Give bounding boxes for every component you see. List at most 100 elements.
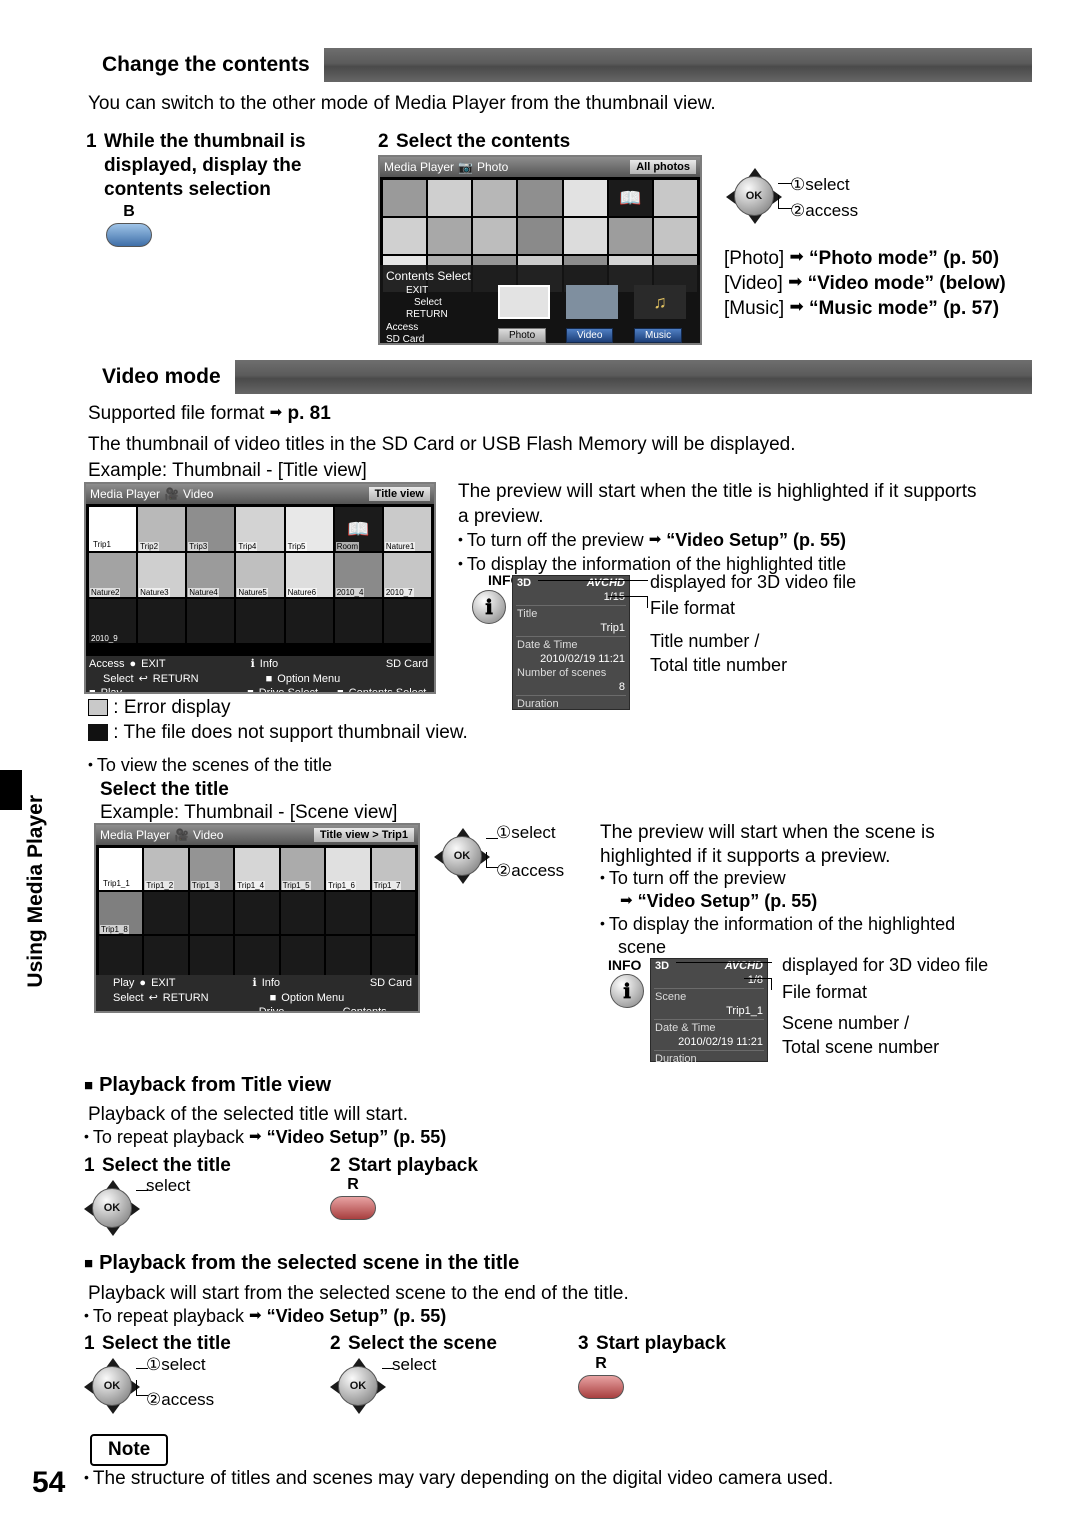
thumbnail[interactable]: 📖 Room bbox=[334, 507, 382, 551]
thumbnail[interactable]: Trip1_4 bbox=[235, 848, 279, 890]
page-number: 54 bbox=[32, 1466, 66, 1499]
overlay-return: RETURN bbox=[406, 309, 448, 320]
thumbnail[interactable] bbox=[653, 218, 697, 254]
thumbnail[interactable] bbox=[428, 218, 472, 254]
info-button-icon[interactable]: ℹ bbox=[472, 590, 506, 624]
thumbnail[interactable] bbox=[473, 218, 517, 254]
contents-thumb-photo[interactable] bbox=[498, 285, 550, 319]
thumbnail[interactable]: Nature2 bbox=[89, 553, 137, 597]
title-thumbnail-grid: Trip1 Trip2 Trip3 Trip4 Trip5 📖 Room Natu… bbox=[86, 504, 434, 646]
thumbnail[interactable]: Nature3 bbox=[138, 553, 186, 597]
dpad-ok-contents[interactable]: OK bbox=[726, 168, 782, 224]
thumbnail[interactable] bbox=[144, 936, 188, 978]
color-button-r-scene[interactable]: R bbox=[578, 1355, 624, 1399]
callout-3d-scene: displayed for 3D video file bbox=[782, 955, 989, 975]
thumbnail[interactable]: Trip3 bbox=[187, 507, 235, 551]
dpad-ok-playback-scene-2[interactable]: OK bbox=[330, 1358, 386, 1414]
thumbnail[interactable] bbox=[608, 218, 652, 254]
thumbnail[interactable]: Trip1_7 bbox=[371, 848, 415, 890]
thumbnail[interactable]: Trip1_5 bbox=[280, 848, 325, 890]
scene-select-num1: ①select bbox=[496, 823, 556, 842]
dpad-ok-playback-scene-1[interactable]: OK bbox=[84, 1358, 140, 1414]
thumbnail[interactable] bbox=[383, 180, 427, 216]
tab-photo[interactable]: Photo bbox=[498, 322, 547, 343]
contents-thumb-video[interactable] bbox=[566, 285, 618, 319]
step1-number: 1 bbox=[86, 131, 97, 152]
thumbnail[interactable] bbox=[518, 180, 562, 216]
example-scene-view: Example: Thumbnail - [Scene view] bbox=[100, 802, 398, 823]
thumbnail[interactable]: Trip1 bbox=[89, 507, 137, 551]
thumbnail[interactable]: Trip4 bbox=[236, 507, 284, 551]
dpad-ok-scene[interactable]: OK bbox=[434, 828, 490, 884]
thumbnail[interactable] bbox=[428, 180, 472, 216]
thumbnail[interactable] bbox=[138, 599, 186, 643]
info-duration-value: 00h15m39s bbox=[567, 712, 626, 724]
thumbnail[interactable] bbox=[326, 936, 370, 978]
thumbnail[interactable] bbox=[236, 599, 284, 643]
thumbnail[interactable]: Trip5 bbox=[285, 507, 333, 551]
thumbnail[interactable]: Nature6 bbox=[285, 553, 333, 597]
thumbnail[interactable]: 2010_9 bbox=[89, 599, 137, 643]
thumbnail[interactable] bbox=[473, 180, 517, 216]
color-button-r-title[interactable]: R bbox=[330, 1176, 376, 1220]
thumbnail[interactable]: Nature4 bbox=[187, 553, 235, 597]
color-button-b-label: B bbox=[123, 203, 135, 220]
ps-select-num1: ①select bbox=[146, 1355, 206, 1374]
tab-video[interactable]: Video bbox=[566, 322, 614, 343]
thumbnail[interactable] bbox=[280, 892, 325, 934]
ps-step2-number: 2 bbox=[330, 1333, 341, 1354]
thumbnail[interactable] bbox=[189, 936, 234, 978]
thumbnail[interactable]: Trip1_2 bbox=[144, 848, 188, 890]
contents-select-label: Contents Select bbox=[386, 269, 471, 283]
thumbnail[interactable]: Nature5 bbox=[236, 553, 284, 597]
thumbnail[interactable] bbox=[563, 218, 607, 254]
tv-badge: Title view bbox=[368, 487, 430, 501]
dpad-ok-playback-title[interactable]: OK bbox=[84, 1180, 140, 1236]
ok-button[interactable]: OK bbox=[92, 1366, 132, 1406]
thumbnail[interactable] bbox=[144, 892, 188, 934]
ok-button[interactable]: OK bbox=[442, 836, 482, 876]
thumbnail[interactable]: 2010_7 bbox=[383, 553, 431, 597]
thumbnail[interactable]: Trip1_6 bbox=[326, 848, 370, 890]
color-button-b-pill[interactable] bbox=[106, 223, 152, 247]
thumbnail[interactable] bbox=[99, 936, 143, 978]
thumbnail[interactable] bbox=[187, 599, 235, 643]
video-desc-line: The thumbnail of video titles in the SD … bbox=[88, 434, 796, 455]
thumbnail[interactable] bbox=[326, 892, 370, 934]
thumbnail[interactable] bbox=[235, 892, 279, 934]
thumbnail[interactable]: Trip1_3 bbox=[189, 848, 234, 890]
callout-line-3d-scene bbox=[676, 962, 772, 963]
thumbnail[interactable] bbox=[285, 599, 333, 643]
color-button-b[interactable]: B bbox=[106, 203, 152, 247]
thumbnail[interactable] bbox=[383, 218, 427, 254]
ok-button[interactable]: OK bbox=[734, 176, 774, 216]
contents-thumb-music[interactable]: ♫ bbox=[634, 285, 686, 319]
tab-music[interactable]: Music bbox=[634, 322, 683, 343]
info-button-icon-scene[interactable]: ℹ bbox=[610, 974, 644, 1008]
thumbnail[interactable] bbox=[653, 180, 697, 216]
thumbnail[interactable] bbox=[371, 892, 415, 934]
thumbnail[interactable]: Nature1 bbox=[383, 507, 431, 551]
tv-header-scene: Media Player 🎥 Video Title view > Trip1 bbox=[96, 825, 418, 845]
info-duration-label: Duration bbox=[655, 1053, 697, 1065]
thumbnail[interactable]: Trip2 bbox=[138, 507, 186, 551]
thumbnail[interactable] bbox=[280, 936, 325, 978]
ok-button[interactable]: OK bbox=[338, 1366, 378, 1406]
thumbnail[interactable]: Trip1_1 bbox=[99, 848, 143, 890]
thumbnail[interactable] bbox=[235, 936, 279, 978]
thumbnail[interactable] bbox=[371, 936, 415, 978]
thumbnail[interactable] bbox=[518, 218, 562, 254]
preview-title-line2: a preview. bbox=[458, 506, 544, 527]
thumbnail[interactable] bbox=[334, 599, 382, 643]
thumbnail[interactable]: Trip1_8 bbox=[99, 892, 143, 934]
thumbnail[interactable] bbox=[563, 180, 607, 216]
thumbnail[interactable] bbox=[189, 892, 234, 934]
thumbnail[interactable] bbox=[383, 599, 431, 643]
color-button-r-pill[interactable] bbox=[578, 1375, 624, 1399]
color-button-r-pill[interactable] bbox=[330, 1196, 376, 1220]
playback-scene-bullet: To repeat playback ➡ “Video Setup” (p. 5… bbox=[84, 1306, 446, 1327]
thumbnail[interactable]: 📖 bbox=[608, 180, 652, 216]
media-icon: 📷 bbox=[458, 160, 473, 174]
ok-button[interactable]: OK bbox=[92, 1188, 132, 1228]
thumbnail[interactable]: 2010_4 bbox=[334, 553, 382, 597]
